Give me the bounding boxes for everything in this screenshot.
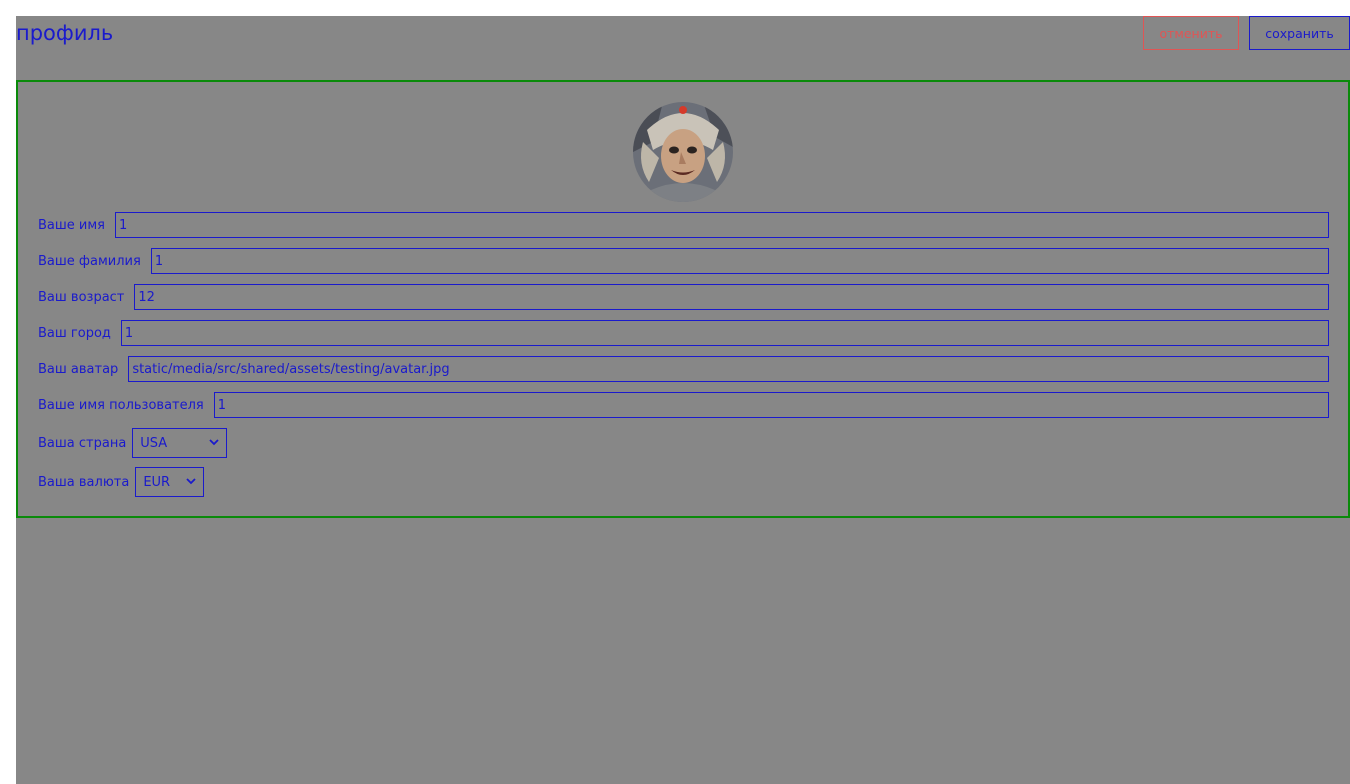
age-input[interactable] bbox=[134, 284, 1329, 310]
first-name-label: Ваше имя bbox=[38, 217, 105, 233]
avatar-image bbox=[633, 102, 733, 202]
chevron-down-icon bbox=[209, 439, 219, 446]
avatar-row: Ваш аватар bbox=[38, 356, 1329, 382]
city-label: Ваш город bbox=[38, 325, 111, 341]
first-name-input[interactable] bbox=[115, 212, 1329, 238]
last-name-input[interactable] bbox=[150, 248, 1329, 274]
chevron-down-icon bbox=[186, 478, 196, 485]
age-label: Ваш возраст bbox=[38, 289, 125, 305]
currency-selected-value: EUR bbox=[143, 474, 171, 490]
username-label: Ваше имя пользователя bbox=[38, 397, 204, 413]
avatar bbox=[633, 102, 733, 202]
profile-card: Ваше имя Ваше фамилия Ваш возраст Ваш го… bbox=[16, 80, 1350, 518]
avatar-label: Ваш аватар bbox=[38, 361, 119, 377]
last-name-label: Ваше фамилия bbox=[38, 253, 141, 269]
age-row: Ваш возраст bbox=[38, 284, 1329, 310]
profile-page: профиль отменить сохранить Ваше имя 1 Ва… bbox=[16, 16, 1350, 784]
currency-row: Ваша валюта EUR bbox=[38, 467, 1329, 497]
save-button[interactable]: сохранить bbox=[1249, 16, 1350, 50]
country-selected-value: USA bbox=[140, 435, 168, 451]
city-input[interactable] bbox=[120, 320, 1329, 346]
country-label: Ваша страна bbox=[38, 435, 127, 451]
currency-label: Ваша валюта bbox=[38, 474, 130, 490]
country-row: Ваша страна USA bbox=[38, 428, 1329, 458]
cancel-button[interactable]: отменить bbox=[1143, 16, 1239, 50]
country-select[interactable]: USA bbox=[132, 428, 228, 458]
username-row: Ваше имя пользователя bbox=[38, 392, 1329, 418]
first-name-row: Ваше имя bbox=[38, 212, 1329, 238]
city-row: Ваш город bbox=[38, 320, 1329, 346]
last-name-row: Ваше фамилия bbox=[38, 248, 1329, 274]
username-input[interactable] bbox=[213, 392, 1329, 418]
page-title: профиль bbox=[16, 21, 114, 45]
avatar-input[interactable] bbox=[128, 356, 1329, 382]
currency-select[interactable]: EUR bbox=[135, 467, 205, 497]
